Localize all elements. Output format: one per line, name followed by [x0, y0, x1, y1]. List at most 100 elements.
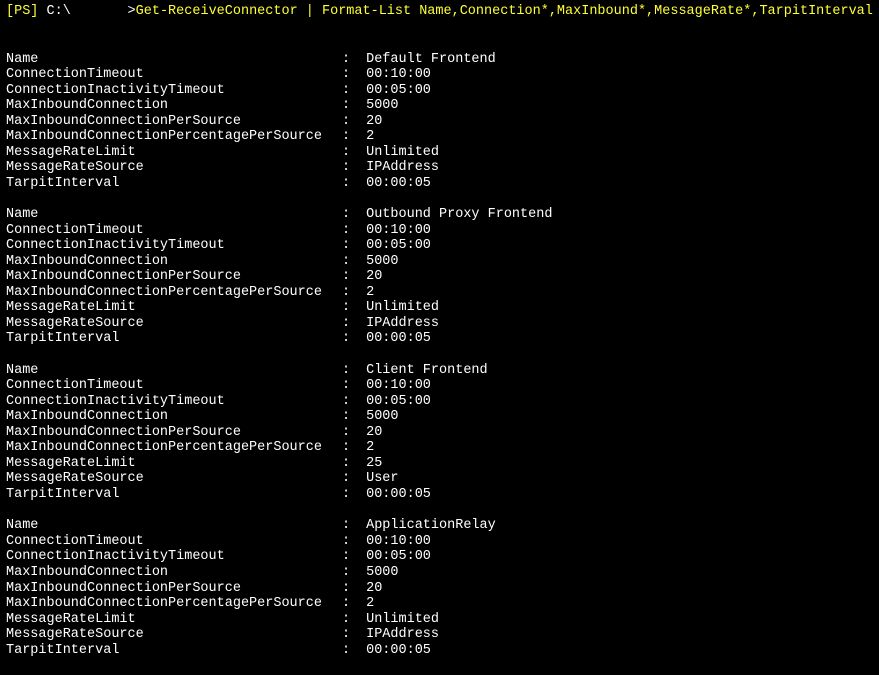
property-separator: :	[342, 549, 358, 565]
property-name: ConnectionTimeout	[6, 534, 342, 550]
property-row: TarpitInterval: 00:00:05	[6, 176, 873, 192]
property-value: 00:05:00	[358, 238, 431, 254]
property-row: MessageRateSource: IPAddress	[6, 627, 873, 643]
property-name: MessageRateLimit	[6, 145, 342, 161]
property-name: Name	[6, 518, 342, 534]
record-block: Name: Outbound Proxy FrontendConnectionT…	[6, 207, 873, 347]
property-separator: :	[342, 440, 358, 456]
property-separator: :	[342, 394, 358, 410]
property-row: MaxInboundConnectionPercentagePerSource:…	[6, 596, 873, 612]
property-value: 2	[358, 440, 374, 456]
property-separator: :	[342, 129, 358, 145]
property-value: IPAddress	[358, 316, 439, 332]
property-name: MessageRateLimit	[6, 300, 342, 316]
property-name: MaxInboundConnectionPercentagePerSource	[6, 440, 342, 456]
property-separator: :	[342, 409, 358, 425]
property-separator: :	[342, 98, 358, 114]
property-value: IPAddress	[358, 160, 439, 176]
property-separator: :	[342, 565, 358, 581]
property-name: Name	[6, 207, 342, 223]
property-separator: :	[342, 596, 358, 612]
property-value: 5000	[358, 254, 399, 270]
property-value: 20	[358, 581, 382, 597]
property-separator: :	[342, 160, 358, 176]
property-name: MessageRateSource	[6, 316, 342, 332]
property-separator: :	[342, 534, 358, 550]
property-row: MaxInboundConnectionPercentagePerSource:…	[6, 285, 873, 301]
property-value: 00:10:00	[358, 534, 431, 550]
property-name: MaxInboundConnectionPerSource	[6, 269, 342, 285]
property-name: MessageRateSource	[6, 160, 342, 176]
prompt-prefix: [PS]	[6, 4, 47, 19]
powershell-prompt[interactable]: [PS] C:\ >Get-ReceiveConnector | Format-…	[6, 4, 873, 19]
property-row: MaxInboundConnectionPercentagePerSource:…	[6, 440, 873, 456]
property-value: ApplicationRelay	[358, 518, 496, 534]
property-name: ConnectionTimeout	[6, 378, 342, 394]
property-value: 00:05:00	[358, 83, 431, 99]
property-value: 00:10:00	[358, 378, 431, 394]
property-separator: :	[342, 378, 358, 394]
property-row: MaxInboundConnectionPerSource: 20	[6, 581, 873, 597]
property-name: Name	[6, 363, 342, 379]
property-row: MessageRateLimit: Unlimited	[6, 300, 873, 316]
property-name: TarpitInterval	[6, 176, 342, 192]
prompt-gap	[71, 4, 128, 19]
property-name: MessageRateSource	[6, 627, 342, 643]
property-separator: :	[342, 52, 358, 68]
property-row: TarpitInterval: 00:00:05	[6, 643, 873, 659]
property-row: MessageRateSource: IPAddress	[6, 160, 873, 176]
property-name: MaxInboundConnectionPercentagePerSource	[6, 129, 342, 145]
property-name: TarpitInterval	[6, 331, 342, 347]
property-name: ConnectionInactivityTimeout	[6, 394, 342, 410]
property-value: Client Frontend	[358, 363, 488, 379]
property-row: MaxInboundConnection: 5000	[6, 98, 873, 114]
property-value: 00:10:00	[358, 223, 431, 239]
record-block: Name: Client FrontendConnectionTimeout: …	[6, 363, 873, 503]
property-separator: :	[342, 518, 358, 534]
property-separator: :	[342, 487, 358, 503]
property-name: ConnectionTimeout	[6, 67, 342, 83]
property-row: ConnectionInactivityTimeout: 00:05:00	[6, 549, 873, 565]
property-value: 5000	[358, 409, 399, 425]
property-row: MaxInboundConnectionPerSource: 20	[6, 269, 873, 285]
property-row: Name: ApplicationRelay	[6, 518, 873, 534]
property-separator: :	[342, 300, 358, 316]
property-separator: :	[342, 456, 358, 472]
property-name: MaxInboundConnection	[6, 565, 342, 581]
property-value: 00:05:00	[358, 394, 431, 410]
property-separator: :	[342, 254, 358, 270]
property-separator: :	[342, 269, 358, 285]
property-value: 00:00:05	[358, 176, 431, 192]
property-value: 00:10:00	[358, 67, 431, 83]
property-name: MessageRateSource	[6, 471, 342, 487]
property-row: Name: Client Frontend	[6, 363, 873, 379]
property-separator: :	[342, 363, 358, 379]
property-name: MaxInboundConnectionPerSource	[6, 581, 342, 597]
prompt-command: Get-ReceiveConnector | Format-List Name,…	[136, 4, 873, 19]
property-value: Unlimited	[358, 300, 439, 316]
property-separator: :	[342, 285, 358, 301]
property-row: Name: Outbound Proxy Frontend	[6, 207, 873, 223]
property-row: Name: Default Frontend	[6, 52, 873, 68]
property-separator: :	[342, 176, 358, 192]
property-row: MaxInboundConnectionPerSource: 20	[6, 114, 873, 130]
property-separator: :	[342, 145, 358, 161]
property-value: 20	[358, 425, 382, 441]
property-row: MaxInboundConnectionPerSource: 20	[6, 425, 873, 441]
prompt-path: C:\	[47, 4, 71, 19]
property-row: MaxInboundConnection: 5000	[6, 254, 873, 270]
property-separator: :	[342, 316, 358, 332]
property-separator: :	[342, 627, 358, 643]
property-name: MaxInboundConnectionPerSource	[6, 425, 342, 441]
property-row: MaxInboundConnection: 5000	[6, 409, 873, 425]
property-row: MessageRateLimit: Unlimited	[6, 612, 873, 628]
property-value: 20	[358, 114, 382, 130]
property-value: User	[358, 471, 399, 487]
property-value: 20	[358, 269, 382, 285]
property-row: MessageRateSource: IPAddress	[6, 316, 873, 332]
property-name: TarpitInterval	[6, 643, 342, 659]
property-value: 5000	[358, 565, 399, 581]
property-row: ConnectionTimeout: 00:10:00	[6, 378, 873, 394]
property-value: 2	[358, 285, 374, 301]
property-value: 00:05:00	[358, 549, 431, 565]
